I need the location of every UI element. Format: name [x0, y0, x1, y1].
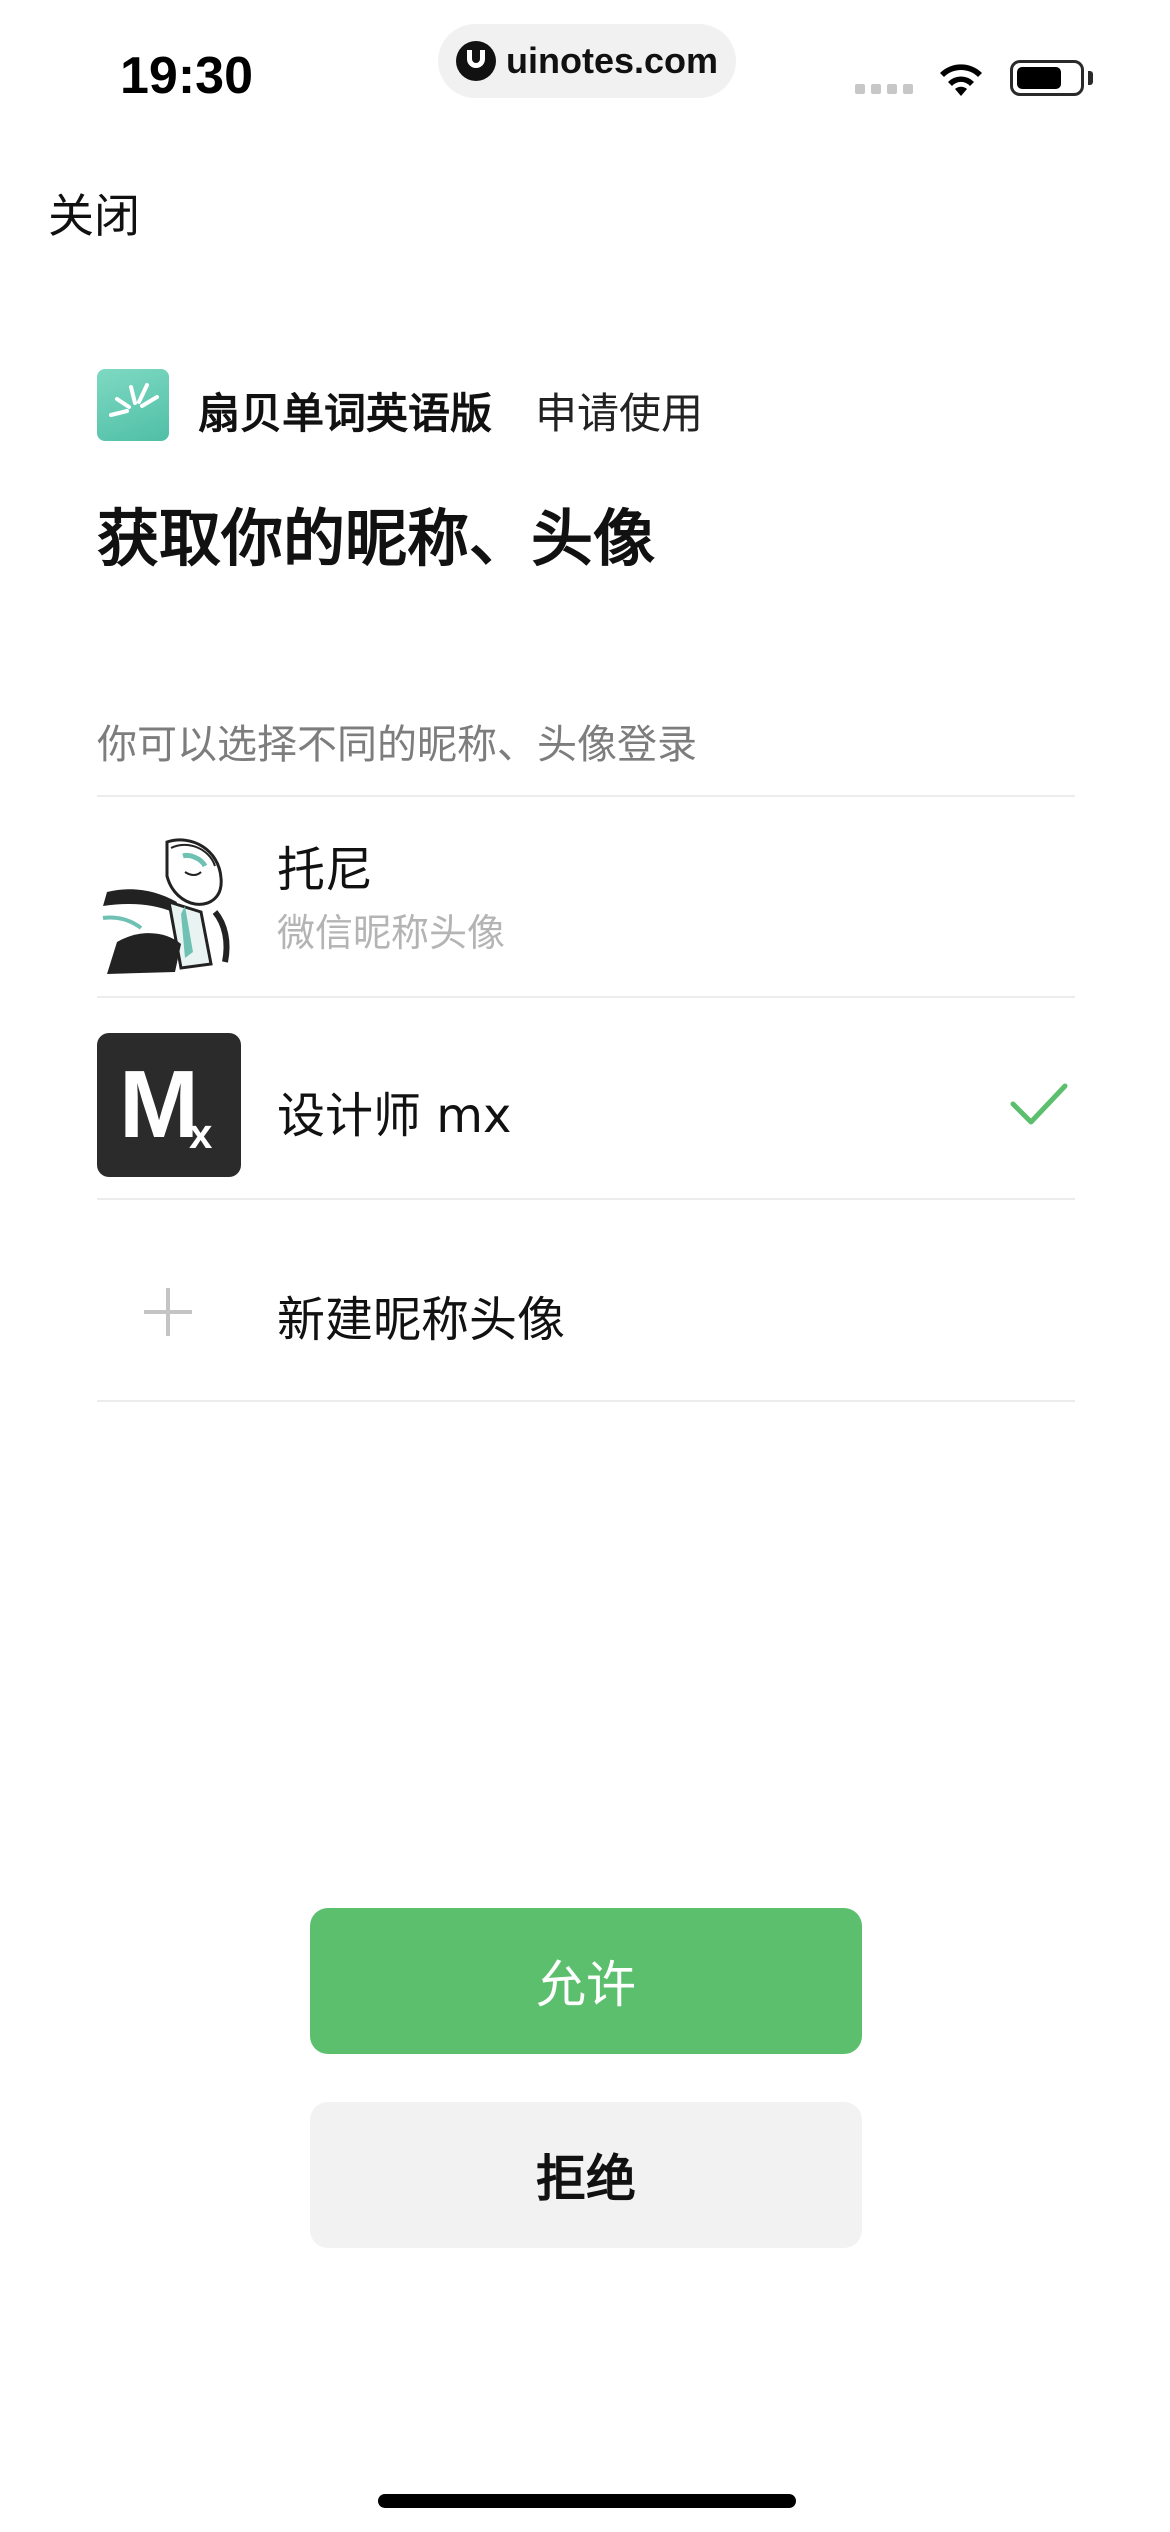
divider	[97, 996, 1075, 998]
option-subtitle: 微信昵称头像	[277, 911, 506, 955]
wifi-icon	[940, 64, 982, 96]
option-name[interactable]: 托尼	[277, 830, 373, 900]
divider	[97, 795, 1075, 797]
avatar-mx[interactable]: M x	[97, 1033, 241, 1177]
url-text: uinotes.com	[506, 40, 719, 81]
page-title: 获取你的昵称、头像	[97, 502, 656, 575]
app-name: 扇贝单词英语版	[198, 389, 493, 438]
divider	[97, 1198, 1075, 1200]
avatar-sub-letter: x	[189, 1110, 213, 1157]
request-text: 申请使用	[535, 389, 704, 438]
home-indicator	[378, 2494, 796, 2508]
divider	[97, 1400, 1075, 1402]
option-name[interactable]: 设计师 mx	[277, 1076, 511, 1146]
deny-button[interactable]: 拒绝	[310, 2102, 862, 2248]
status-time: 19:30	[120, 47, 253, 105]
plus-icon[interactable]	[142, 1286, 194, 1338]
battery-cap	[1088, 71, 1093, 85]
close-button[interactable]: 关闭	[48, 180, 140, 246]
avatar-anime[interactable]	[97, 832, 241, 976]
app-logo-icon	[97, 369, 169, 441]
signal-icon	[855, 84, 913, 94]
check-icon	[1010, 1083, 1068, 1125]
hint-text: 你可以选择不同的昵称、头像登录	[97, 722, 697, 768]
site-logo-icon	[456, 41, 496, 81]
avatar-letter: M	[119, 1051, 199, 1158]
battery-icon	[1010, 60, 1084, 96]
url-pill[interactable]: uinotes.com	[438, 24, 736, 98]
allow-button[interactable]: 允许	[310, 1908, 862, 2054]
new-profile-option[interactable]: 新建昵称头像	[277, 1280, 565, 1350]
